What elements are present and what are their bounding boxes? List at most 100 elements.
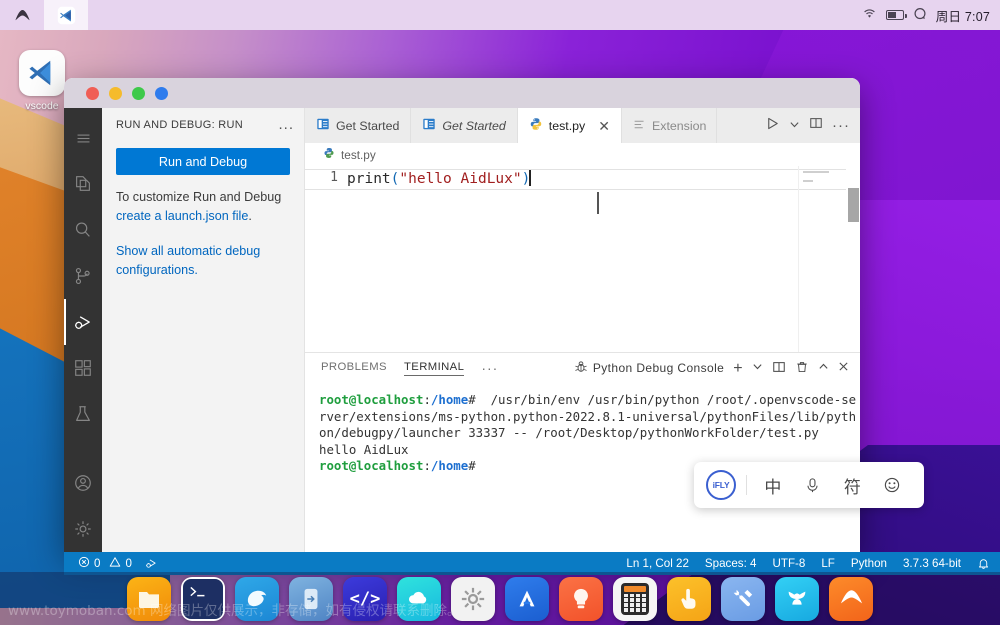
new-terminal-icon[interactable]: + [733, 360, 743, 376]
error-icon [78, 556, 90, 571]
close-icon[interactable]: ✕ [598, 119, 610, 133]
editor-tab-bar: Get Started Get Started test.py ✕ Extens… [305, 108, 860, 143]
status-indentation[interactable]: Spaces: 4 [705, 557, 757, 570]
panel-header: PROBLEMS TERMINAL ··· Python Debug Conso… [305, 353, 860, 383]
status-eol[interactable]: LF [821, 557, 835, 570]
split-editor-icon[interactable] [809, 116, 823, 135]
status-encoding[interactable]: UTF-8 [772, 557, 805, 570]
scrollbar-thumb[interactable] [848, 188, 859, 222]
dock-code-icon[interactable]: </> [343, 576, 387, 621]
search-icon[interactable] [64, 207, 102, 253]
sidebar-title: RUN AND DEBUG: RUN [116, 119, 244, 131]
desktop-icon-vscode[interactable]: vscode [18, 50, 66, 112]
window-close-button[interactable] [86, 86, 99, 100]
status-language-mode[interactable]: Python [851, 557, 887, 570]
dock-browser-icon[interactable] [235, 576, 279, 621]
more-actions-icon[interactable]: ··· [832, 118, 850, 133]
dock-examples-icon[interactable] [559, 576, 603, 621]
run-and-debug-button[interactable]: Run and Debug [116, 148, 290, 175]
dock-share-icon[interactable] [289, 576, 333, 621]
status-problems[interactable]: 0 0 [78, 556, 132, 571]
customize-hint: To customize Run and Debug create a laun… [116, 188, 290, 225]
panel-more-icon[interactable]: ··· [481, 361, 498, 375]
status-debug-icon[interactable] [145, 557, 158, 570]
terminal-segment-plain: : [423, 392, 431, 407]
dock-aistore-icon[interactable] [505, 576, 549, 621]
breadcrumb: test.py [305, 143, 860, 166]
dock-files-icon[interactable] [127, 576, 171, 621]
tab-extension[interactable]: Extension [622, 108, 717, 143]
tab-problems[interactable]: PROBLEMS [321, 361, 387, 375]
tab-get-started-1[interactable]: Get Started [305, 108, 412, 143]
terminal-segment-path: /home [430, 392, 469, 407]
ime-language-button[interactable]: 中 [753, 473, 793, 498]
tab-label: Get Started [336, 118, 400, 133]
status-bar-left: 0 0 [78, 556, 158, 571]
chevron-down-icon[interactable] [752, 361, 763, 375]
minimap[interactable] [798, 166, 846, 352]
account-icon[interactable] [64, 460, 102, 506]
system-clock: 周日 7:07 [935, 9, 990, 24]
close-icon[interactable] [838, 361, 849, 375]
activity-bar [64, 108, 102, 552]
bell-icon[interactable] [977, 557, 990, 570]
minimap-line [803, 171, 829, 173]
ime-symbols-button[interactable]: 符 [833, 473, 873, 498]
window-maximize-button[interactable] [132, 86, 145, 100]
line-number-gutter: 1 [305, 166, 347, 352]
launch-json-link-2[interactable]: file [232, 209, 248, 223]
sidebar-more-actions-icon[interactable]: ... [278, 117, 294, 132]
source-control-icon[interactable] [64, 253, 102, 299]
dock-aidlux-icon[interactable] [829, 576, 873, 621]
tab-terminal[interactable]: TERMINAL [403, 361, 465, 376]
dock-tools-icon[interactable] [721, 576, 765, 621]
ime-emoji-button[interactable] [872, 476, 912, 494]
wifi-icon[interactable] [862, 7, 877, 23]
ifly-logo-icon[interactable]: iFLY [706, 470, 736, 500]
editor-scrollbar[interactable] [846, 166, 860, 352]
run-debug-icon[interactable] [64, 299, 102, 345]
menu-icon[interactable] [64, 115, 102, 161]
code-editor[interactable]: 1 print("hello AidLux") [305, 166, 860, 352]
chevron-up-icon[interactable] [818, 361, 829, 375]
vscode-desktop-icon [19, 50, 65, 96]
breadcrumb-label[interactable]: test.py [341, 148, 376, 162]
ime-toolbar: iFLY 中 符 [694, 462, 924, 508]
dock-touch-icon[interactable] [667, 576, 711, 621]
code-token-function: print [347, 171, 391, 187]
status-interpreter[interactable]: 3.7.3 64-bit [903, 557, 961, 570]
line-number: 1 [330, 170, 338, 185]
tab-get-started-2[interactable]: Get Started [411, 108, 518, 143]
launch-json-link[interactable]: create a launch.json [116, 209, 229, 223]
code-token-string: "hello AidLux" [399, 171, 522, 187]
python-icon [323, 147, 335, 162]
status-cursor-position[interactable]: Ln 1, Col 22 [626, 557, 689, 570]
window-minimize-button[interactable] [109, 86, 122, 100]
dock-mouse-icon[interactable] [775, 576, 819, 621]
terminal-name-label: Python Debug Console [592, 361, 725, 375]
dock-settings-icon[interactable] [451, 576, 495, 621]
window-extra-button[interactable] [155, 86, 168, 100]
aidlux-app-icon[interactable] [0, 0, 44, 30]
gear-icon[interactable] [64, 506, 102, 552]
tab-test-py[interactable]: test.py ✕ [517, 108, 622, 143]
ime-microphone-button[interactable] [793, 477, 833, 494]
show-all-configs-link[interactable]: Show all automatic debug configurations. [116, 242, 290, 279]
dock-terminal-icon[interactable] [181, 576, 225, 621]
chevron-down-icon[interactable] [789, 117, 800, 135]
vscode-app-icon[interactable] [44, 0, 88, 30]
dock-cloud-icon[interactable] [397, 576, 441, 621]
run-play-icon[interactable] [765, 116, 780, 136]
testing-icon[interactable] [64, 391, 102, 437]
extensions-icon[interactable] [64, 345, 102, 391]
terminal-selector[interactable]: Python Debug Console [574, 360, 724, 377]
battery-icon[interactable] [885, 10, 907, 20]
code-content[interactable]: print("hello AidLux") [347, 166, 860, 352]
dock-calculator-icon[interactable] [613, 576, 657, 621]
trash-icon[interactable] [795, 360, 809, 377]
explorer-icon[interactable] [64, 161, 102, 207]
debug-console-icon [574, 360, 588, 377]
circle-icon[interactable] [913, 7, 927, 24]
split-terminal-icon[interactable] [772, 360, 786, 377]
ime-divider [746, 475, 747, 495]
